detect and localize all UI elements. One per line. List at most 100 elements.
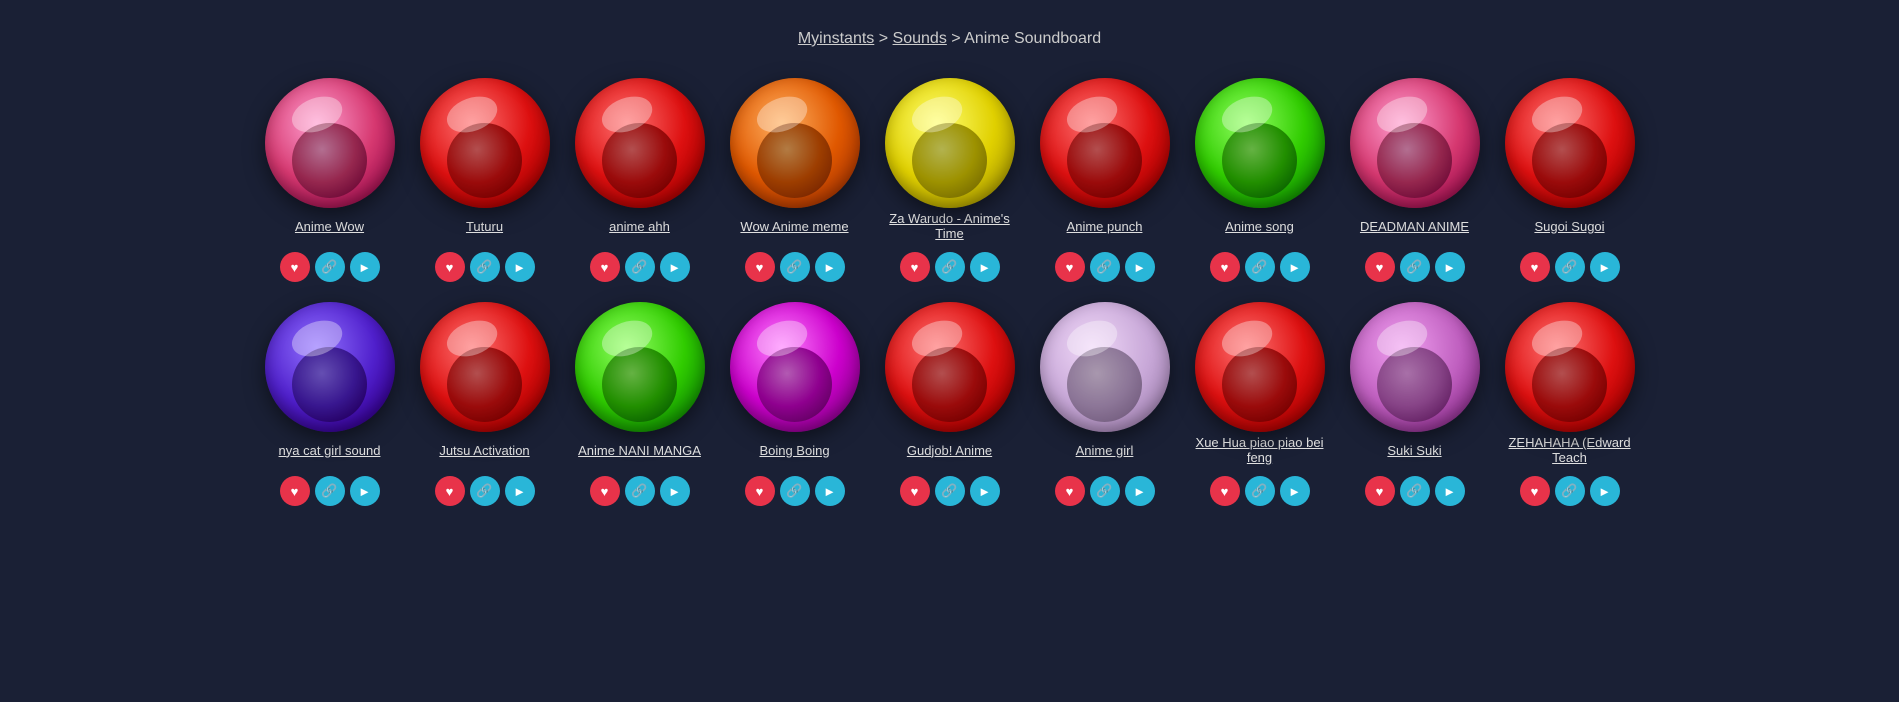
sound-label-wow-anime-meme[interactable]: Wow Anime meme [740, 208, 848, 244]
link-button-anime-wow[interactable]: 🔗 [315, 252, 345, 282]
sound-label-suki-suki[interactable]: Suki Suki [1387, 432, 1441, 468]
heart-button-anime-wow[interactable]: ♥ [280, 252, 310, 282]
sound-item-jutsu-activation: Jutsu Activation ♥🔗► [407, 302, 562, 506]
play-button-anime-nani-manga[interactable] [575, 302, 705, 432]
link-button-boing-boing[interactable]: 🔗 [780, 476, 810, 506]
heart-button-deadman-anime[interactable]: ♥ [1365, 252, 1395, 282]
play-button-jutsu-activation[interactable] [420, 302, 550, 432]
sound-label-anime-wow[interactable]: Anime Wow [295, 208, 364, 244]
link-button-sugoi-sugoi[interactable]: 🔗 [1555, 252, 1585, 282]
sound-label-anime-nani-manga[interactable]: Anime NANI MANGA [578, 432, 701, 468]
share-button-anime-wow[interactable]: ► [350, 252, 380, 282]
play-button-wow-anime-meme[interactable] [730, 78, 860, 208]
link-button-deadman-anime[interactable]: 🔗 [1400, 252, 1430, 282]
sound-item-boing-boing: Boing Boing ♥🔗► [717, 302, 872, 506]
heart-button-xue-hua-piao[interactable]: ♥ [1210, 476, 1240, 506]
play-button-anime-girl[interactable] [1040, 302, 1170, 432]
heart-button-anime-ahh[interactable]: ♥ [590, 252, 620, 282]
action-buttons-anime-wow: ♥🔗► [280, 252, 380, 282]
breadcrumb: Myinstants > Sounds > Anime Soundboard [0, 20, 1899, 48]
heart-button-za-warudo[interactable]: ♥ [900, 252, 930, 282]
share-button-anime-girl[interactable]: ► [1125, 476, 1155, 506]
play-button-boing-boing[interactable] [730, 302, 860, 432]
sound-label-anime-girl[interactable]: Anime girl [1076, 432, 1134, 468]
play-button-anime-wow[interactable] [265, 78, 395, 208]
heart-button-gudjob-anime[interactable]: ♥ [900, 476, 930, 506]
play-button-anime-ahh[interactable] [575, 78, 705, 208]
heart-button-wow-anime-meme[interactable]: ♥ [745, 252, 775, 282]
share-button-boing-boing[interactable]: ► [815, 476, 845, 506]
sound-label-gudjob-anime[interactable]: Gudjob! Anime [907, 432, 992, 468]
share-button-nya-cat-girl[interactable]: ► [350, 476, 380, 506]
sound-label-nya-cat-girl[interactable]: nya cat girl sound [279, 432, 381, 468]
sound-label-anime-ahh[interactable]: anime ahh [609, 208, 670, 244]
heart-button-anime-nani-manga[interactable]: ♥ [590, 476, 620, 506]
link-button-nya-cat-girl[interactable]: 🔗 [315, 476, 345, 506]
play-button-deadman-anime[interactable] [1350, 78, 1480, 208]
sound-label-zehahaha[interactable]: ZEHAHAHA (Edward Teach [1497, 432, 1642, 468]
link-button-anime-punch[interactable]: 🔗 [1090, 252, 1120, 282]
share-button-xue-hua-piao[interactable]: ► [1280, 476, 1310, 506]
link-button-anime-ahh[interactable]: 🔗 [625, 252, 655, 282]
heart-button-anime-punch[interactable]: ♥ [1055, 252, 1085, 282]
link-button-anime-nani-manga[interactable]: 🔗 [625, 476, 655, 506]
sound-label-anime-song[interactable]: Anime song [1225, 208, 1294, 244]
link-button-anime-song[interactable]: 🔗 [1245, 252, 1275, 282]
share-button-tuturu[interactable]: ► [505, 252, 535, 282]
action-buttons-boing-boing: ♥🔗► [745, 476, 845, 506]
play-button-sugoi-sugoi[interactable] [1505, 78, 1635, 208]
sound-label-xue-hua-piao[interactable]: Xue Hua piao piao bei feng [1187, 432, 1332, 468]
play-button-tuturu[interactable] [420, 78, 550, 208]
share-button-anime-punch[interactable]: ► [1125, 252, 1155, 282]
share-button-anime-nani-manga[interactable]: ► [660, 476, 690, 506]
link-button-wow-anime-meme[interactable]: 🔗 [780, 252, 810, 282]
play-button-gudjob-anime[interactable] [885, 302, 1015, 432]
play-button-suki-suki[interactable] [1350, 302, 1480, 432]
share-button-gudjob-anime[interactable]: ► [970, 476, 1000, 506]
play-button-anime-punch[interactable] [1040, 78, 1170, 208]
play-button-za-warudo[interactable] [885, 78, 1015, 208]
share-button-deadman-anime[interactable]: ► [1435, 252, 1465, 282]
heart-button-nya-cat-girl[interactable]: ♥ [280, 476, 310, 506]
play-button-zehahaha[interactable] [1505, 302, 1635, 432]
action-buttons-tuturu: ♥🔗► [435, 252, 535, 282]
heart-button-sugoi-sugoi[interactable]: ♥ [1520, 252, 1550, 282]
heart-button-boing-boing[interactable]: ♥ [745, 476, 775, 506]
share-button-za-warudo[interactable]: ► [970, 252, 1000, 282]
play-button-nya-cat-girl[interactable] [265, 302, 395, 432]
sound-label-tuturu[interactable]: Tuturu [466, 208, 503, 244]
link-button-jutsu-activation[interactable]: 🔗 [470, 476, 500, 506]
heart-button-zehahaha[interactable]: ♥ [1520, 476, 1550, 506]
link-button-tuturu[interactable]: 🔗 [470, 252, 500, 282]
share-button-zehahaha[interactable]: ► [1590, 476, 1620, 506]
heart-button-suki-suki[interactable]: ♥ [1365, 476, 1395, 506]
action-buttons-anime-song: ♥🔗► [1210, 252, 1310, 282]
share-button-suki-suki[interactable]: ► [1435, 476, 1465, 506]
link-button-suki-suki[interactable]: 🔗 [1400, 476, 1430, 506]
sound-label-sugoi-sugoi[interactable]: Sugoi Sugoi [1534, 208, 1604, 244]
share-button-jutsu-activation[interactable]: ► [505, 476, 535, 506]
sound-label-jutsu-activation[interactable]: Jutsu Activation [439, 432, 529, 468]
share-button-anime-song[interactable]: ► [1280, 252, 1310, 282]
sound-label-anime-punch[interactable]: Anime punch [1067, 208, 1143, 244]
share-button-wow-anime-meme[interactable]: ► [815, 252, 845, 282]
share-button-anime-ahh[interactable]: ► [660, 252, 690, 282]
sound-label-deadman-anime[interactable]: DEADMAN ANIME [1360, 208, 1469, 244]
play-button-anime-song[interactable] [1195, 78, 1325, 208]
sound-label-za-warudo[interactable]: Za Warudo - Anime's Time [877, 208, 1022, 244]
heart-button-jutsu-activation[interactable]: ♥ [435, 476, 465, 506]
breadcrumb-home-link[interactable]: Myinstants [798, 30, 874, 47]
heart-button-anime-song[interactable]: ♥ [1210, 252, 1240, 282]
breadcrumb-sounds-link[interactable]: Sounds [893, 30, 947, 47]
heart-button-tuturu[interactable]: ♥ [435, 252, 465, 282]
link-button-gudjob-anime[interactable]: 🔗 [935, 476, 965, 506]
share-button-sugoi-sugoi[interactable]: ► [1590, 252, 1620, 282]
sound-label-boing-boing[interactable]: Boing Boing [759, 432, 829, 468]
link-button-zehahaha[interactable]: 🔗 [1555, 476, 1585, 506]
heart-button-anime-girl[interactable]: ♥ [1055, 476, 1085, 506]
link-button-xue-hua-piao[interactable]: 🔗 [1245, 476, 1275, 506]
link-button-anime-girl[interactable]: 🔗 [1090, 476, 1120, 506]
link-button-za-warudo[interactable]: 🔗 [935, 252, 965, 282]
play-button-xue-hua-piao[interactable] [1195, 302, 1325, 432]
sound-item-tuturu: Tuturu♥🔗► [407, 78, 562, 282]
